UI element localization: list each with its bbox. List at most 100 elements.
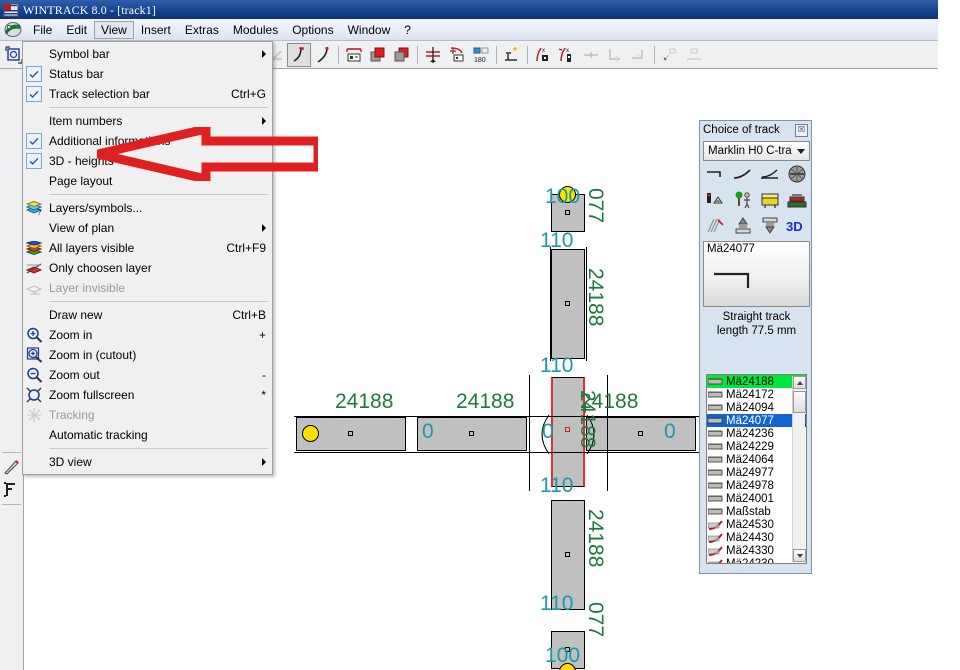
menu-extras[interactable]: Extras bbox=[178, 21, 226, 39]
scroll-down-button[interactable] bbox=[793, 549, 806, 562]
straight-track-icon bbox=[707, 506, 724, 517]
ramp-down-icon[interactable] bbox=[758, 214, 782, 238]
track-list[interactable]: Mä24188 Mä24172 Mä24094 Mä24077 Mä24236 Mä242… bbox=[706, 374, 807, 564]
title-bar: WINTRACK 8.0 - [track1] bbox=[0, 0, 938, 19]
menu-item-shortcut: * bbox=[261, 388, 266, 402]
menu-item-zoom-fullscreen[interactable]: Zoom fullscreen * bbox=[23, 385, 272, 405]
menu-view[interactable]: View bbox=[94, 20, 134, 39]
svg-text:x: x bbox=[566, 48, 569, 54]
toolbar-separator bbox=[651, 44, 658, 66]
track-list-item-label: Mä24001 bbox=[726, 492, 774, 505]
label-mid-110-a: 110 bbox=[540, 354, 574, 377]
scroll-up-button[interactable] bbox=[793, 376, 806, 389]
menu-item-tracking: Tracking bbox=[23, 405, 272, 425]
menu-item-3d-heights[interactable]: 3D - heights bbox=[23, 151, 272, 171]
menu-item-view-of-plan[interactable]: View of plan bbox=[23, 218, 272, 238]
menu-item-item-numbers[interactable]: Item numbers bbox=[23, 111, 272, 131]
zoom-out-icon bbox=[25, 366, 43, 384]
signal-icon[interactable] bbox=[704, 188, 728, 212]
menu-item-additional-informations[interactable]: Additional informations bbox=[23, 131, 272, 151]
panel-title-bar: Choice of track ☒ bbox=[700, 121, 811, 139]
label-center-24188: 24188 bbox=[456, 390, 515, 413]
turnout-track-icon[interactable] bbox=[758, 162, 782, 186]
menu-modules[interactable]: Modules bbox=[226, 21, 285, 39]
label-top-077: 077 bbox=[584, 188, 607, 224]
curve-track-icon[interactable] bbox=[287, 42, 311, 67]
menu-edit[interactable]: Edit bbox=[59, 21, 94, 39]
menu-item-only-choosen-layer[interactable]: Only choosen layer bbox=[23, 258, 272, 278]
mirror-icon[interactable] bbox=[421, 43, 445, 67]
label-top-24188: 24188 bbox=[584, 268, 607, 327]
view-menu-dropdown[interactable]: Symbol bar Status bar Track selection bar C… bbox=[22, 41, 273, 475]
track-description: Straight track length 77.5 mm bbox=[703, 310, 810, 338]
group-back-icon[interactable] bbox=[390, 43, 414, 67]
checkmark-icon bbox=[26, 86, 42, 102]
menu-file[interactable]: File bbox=[26, 21, 59, 39]
text-tool-icon[interactable] bbox=[0, 478, 23, 501]
flex-track-icon[interactable] bbox=[311, 43, 335, 67]
curve-track-icon[interactable] bbox=[731, 162, 755, 186]
menu-item-zoom-in[interactable]: Zoom in + bbox=[23, 325, 272, 345]
straight-track-icon bbox=[707, 493, 724, 504]
left-toolbar-separator bbox=[0, 501, 23, 507]
platform-icon[interactable] bbox=[785, 188, 809, 212]
menu-item-3d-view[interactable]: 3D view bbox=[23, 452, 272, 472]
menu-item-symbol-bar[interactable]: Symbol bar bbox=[23, 44, 272, 64]
menu-options[interactable]: Options bbox=[285, 21, 340, 39]
menu-item-status-bar[interactable]: Status bar bbox=[23, 64, 272, 84]
menu-item-track-selection-bar[interactable]: Track selection bar Ctrl+G bbox=[23, 84, 272, 104]
snap-icon[interactable] bbox=[500, 43, 524, 67]
height-profile-2-icon[interactable]: x bbox=[555, 43, 579, 67]
track-list-item-label: Mä24230 bbox=[726, 557, 774, 564]
straight-track-icon[interactable] bbox=[704, 162, 728, 186]
menu-item-automatic-tracking[interactable]: Automatic tracking bbox=[23, 425, 272, 445]
slope-icon[interactable] bbox=[658, 43, 682, 67]
scrollbar-thumb[interactable] bbox=[793, 391, 806, 413]
menu-item-zoom-in-cutout[interactable]: Zoom in (cutout) bbox=[23, 345, 272, 365]
figures-icon[interactable] bbox=[731, 188, 755, 212]
level-icon[interactable] bbox=[579, 43, 603, 67]
3d-icon[interactable]: 3D bbox=[785, 214, 809, 238]
menu-item-label: Track selection bar bbox=[49, 87, 150, 101]
height-profile-icon[interactable]: x bbox=[531, 43, 555, 67]
track-type-row-2 bbox=[703, 187, 810, 213]
menu-item-draw-new[interactable]: Draw new Ctrl+B bbox=[23, 305, 272, 325]
track-list-scrollbar[interactable] bbox=[792, 376, 806, 562]
turntable-icon[interactable] bbox=[785, 162, 809, 186]
track-list-item-label: Mä24236 bbox=[726, 427, 774, 440]
app-icon bbox=[3, 2, 19, 18]
menu-item-label: Layers/symbols... bbox=[49, 201, 143, 215]
group-front-icon[interactable] bbox=[366, 43, 390, 67]
plateau-icon[interactable] bbox=[682, 43, 706, 67]
menu-separator bbox=[49, 301, 268, 302]
track-type-row-3: 3D bbox=[703, 213, 810, 239]
close-icon[interactable]: ☒ bbox=[795, 123, 808, 137]
track-center-dot bbox=[638, 431, 643, 436]
menu-item-label: Status bar bbox=[49, 67, 104, 81]
menu-insert[interactable]: Insert bbox=[134, 21, 178, 39]
ramp-up-icon[interactable] bbox=[603, 43, 627, 67]
pencil-ruler-icon[interactable] bbox=[0, 455, 23, 478]
rotate-180-icon[interactable]: 180 bbox=[469, 43, 493, 67]
rotate-icon[interactable] bbox=[445, 43, 469, 67]
menu-item-all-layers-visible[interactable]: All layers visible Ctrl+F9 bbox=[23, 238, 272, 258]
menu-help[interactable]: ? bbox=[397, 21, 418, 39]
track-system-dropdown[interactable]: Marklin H0 C-tra bbox=[703, 141, 810, 161]
menu-item-zoom-out[interactable]: Zoom out - bbox=[23, 365, 272, 385]
curve-track-icon bbox=[707, 532, 724, 543]
straight-track-icon bbox=[707, 441, 724, 452]
track-center-dot bbox=[565, 210, 570, 215]
track-endpoint-left[interactable] bbox=[302, 425, 319, 442]
menu-window[interactable]: Window bbox=[341, 21, 398, 39]
catenary-icon[interactable] bbox=[704, 214, 728, 238]
menu-item-page-layout[interactable]: Page layout bbox=[23, 171, 272, 191]
ramp-end-icon[interactable] bbox=[627, 43, 651, 67]
menu-item-layers-symbols[interactable]: ? Layers/symbols... bbox=[23, 198, 272, 218]
checkmark-icon bbox=[26, 66, 42, 82]
track-list-item-label: Mä24077 bbox=[726, 414, 774, 427]
measure-box-icon[interactable] bbox=[342, 43, 366, 67]
ramp-up-icon[interactable] bbox=[731, 214, 755, 238]
table-icon[interactable] bbox=[758, 188, 782, 212]
label-left-24188: 24188 bbox=[335, 390, 394, 413]
track-preview-name: Mä24077 bbox=[707, 243, 755, 255]
